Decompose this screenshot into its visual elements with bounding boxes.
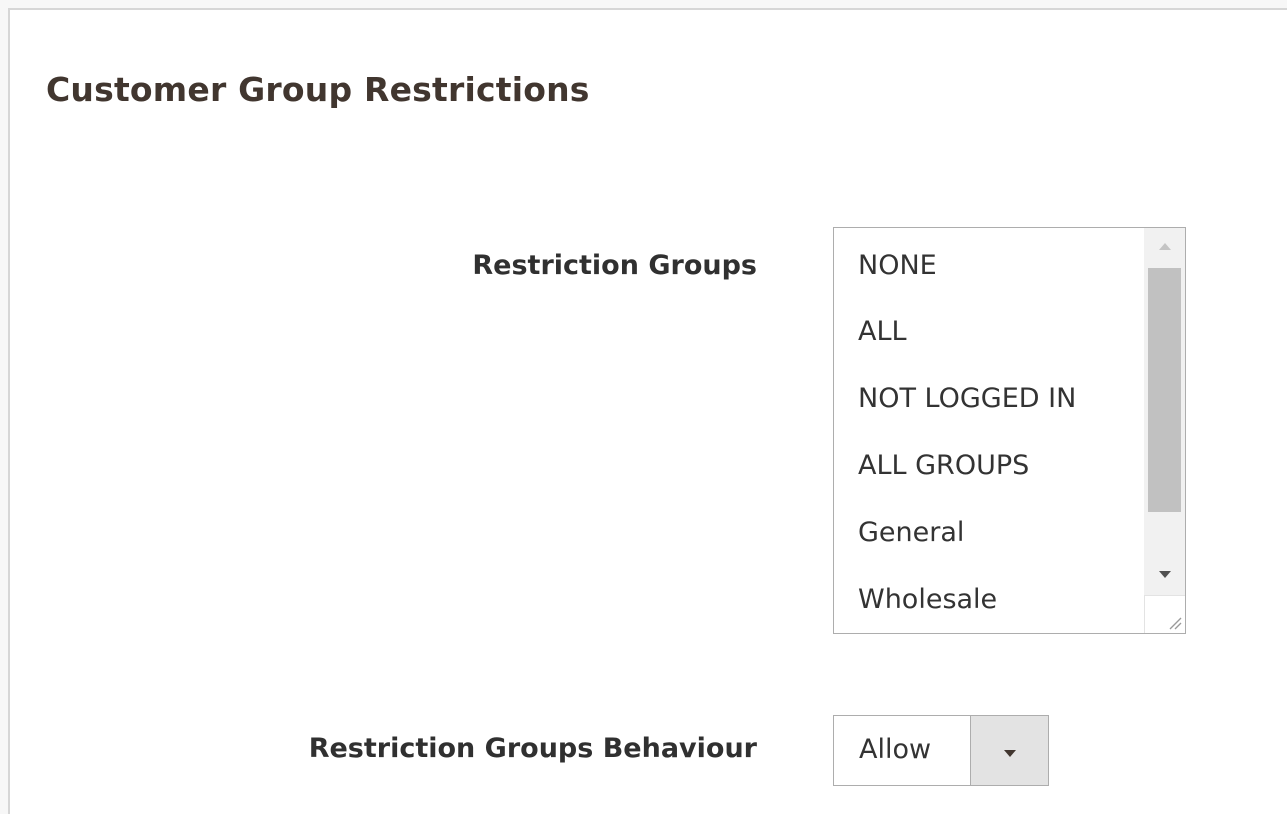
option-none[interactable]: NONE <box>834 228 1144 298</box>
resize-handle[interactable] <box>1144 595 1185 633</box>
restriction-groups-options: NONE ALL NOT LOGGED IN ALL GROUPS Genera… <box>834 228 1144 633</box>
scroll-up-button[interactable] <box>1144 228 1185 264</box>
restriction-groups-label: Restriction Groups <box>472 250 757 281</box>
triangle-up-icon <box>1158 242 1171 250</box>
resize-grip-icon <box>1169 617 1182 630</box>
option-wholesale[interactable]: Wholesale <box>834 566 1144 633</box>
scroll-down-button[interactable] <box>1144 556 1185 592</box>
option-all-groups[interactable]: ALL GROUPS <box>834 432 1144 499</box>
restriction-behaviour-label: Restriction Groups Behaviour <box>308 733 757 764</box>
option-not-logged-in[interactable]: NOT LOGGED IN <box>834 365 1144 432</box>
option-all[interactable]: ALL <box>834 298 1144 365</box>
select-value: Allow <box>859 734 932 765</box>
chevron-down-icon <box>1003 750 1016 757</box>
restriction-groups-multiselect[interactable]: NONE ALL NOT LOGGED IN ALL GROUPS Genera… <box>833 227 1186 634</box>
dropdown-toggle-button[interactable] <box>970 716 1048 785</box>
option-general[interactable]: General <box>834 499 1144 566</box>
page: Customer Group Restrictions Restriction … <box>0 0 1287 814</box>
scroll-thumb[interactable] <box>1148 268 1181 512</box>
restriction-behaviour-select[interactable]: Allow <box>833 715 1049 786</box>
multiselect-scrollbar[interactable] <box>1144 228 1185 633</box>
triangle-down-icon <box>1158 570 1171 578</box>
settings-panel: Customer Group Restrictions Restriction … <box>8 8 1287 814</box>
section-title: Customer Group Restrictions <box>46 70 590 109</box>
